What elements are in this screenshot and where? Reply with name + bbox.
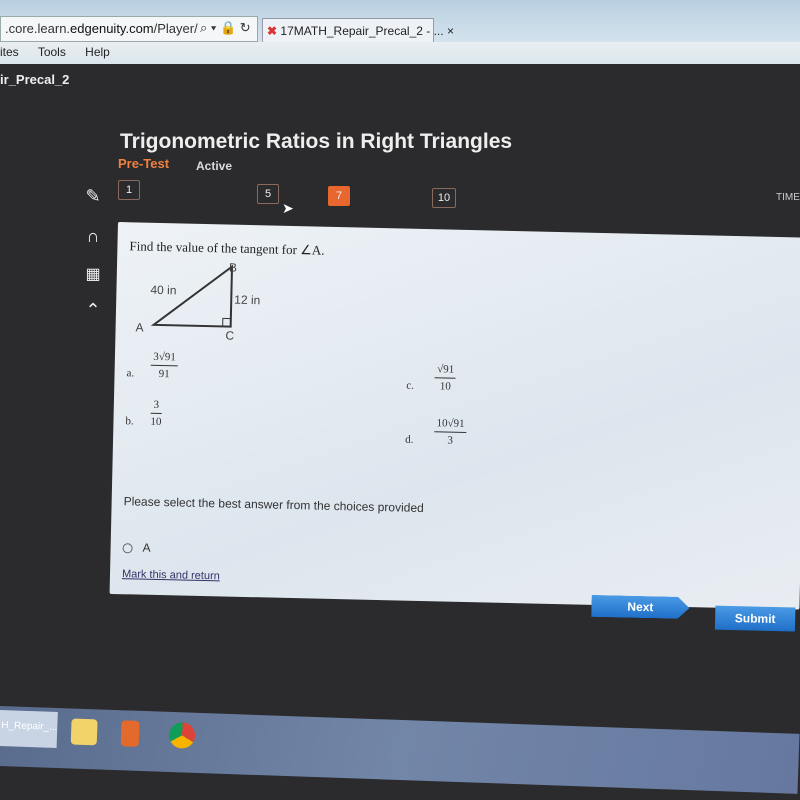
question-panel: Find the value of the tangent for ∠A. A … (109, 222, 800, 632)
menu-tools[interactable]: Tools (38, 45, 66, 59)
menu-help[interactable]: Help (85, 45, 110, 59)
url-domain: edgenuity.com (70, 21, 154, 36)
denominator: 3 (447, 434, 454, 447)
opposite-label: 12 in (234, 292, 261, 308)
option-letter: a. (126, 367, 135, 380)
browser-tab[interactable]: ✖ 17MATH_Repair_Precal_2 - ... × (262, 18, 454, 43)
numerator: 3√91 (151, 350, 179, 367)
question-10-button[interactable]: 10 (432, 188, 456, 208)
mouse-cursor-icon: ➤ (282, 200, 294, 216)
file-explorer-icon[interactable] (70, 718, 98, 746)
vertex-a-label: A (135, 320, 144, 335)
status-label: Active (196, 159, 233, 173)
calculator-icon[interactable]: ▦ (82, 264, 104, 284)
app-title: ir_Precal_2 (0, 72, 70, 87)
edgenuity-favicon-icon: ✖ (267, 24, 278, 38)
next-button[interactable]: Next (591, 595, 689, 619)
url-path: /Player/ (153, 21, 198, 36)
radio-label: A (142, 540, 151, 555)
taskbar-browser-item[interactable]: H_Repair_... (0, 709, 58, 748)
instruction-text: Please select the best answer from the c… (123, 494, 424, 516)
hypotenuse-label: 40 in (150, 282, 177, 298)
denominator: 10 (150, 415, 162, 429)
option-b: b. 3 10 (125, 398, 162, 428)
headphones-icon[interactable]: ∩ (82, 226, 104, 246)
question-1-button[interactable]: 1 (118, 180, 140, 200)
option-letter: c. (406, 379, 415, 392)
option-a: a. 3√91 91 (126, 350, 179, 381)
arrow-up-icon[interactable]: ⌃ (82, 300, 104, 320)
numerator: 3 (150, 398, 162, 415)
radio-circle-icon[interactable] (122, 543, 133, 554)
answer-radio-a[interactable]: A (122, 540, 151, 555)
right-angle-marker (222, 317, 232, 328)
option-d: d. 10√91 3 (405, 417, 467, 447)
search-lock-refresh-icons[interactable]: ⌕ ▾ 🔒 ↻ (200, 20, 251, 36)
timer-label: TIME (776, 192, 800, 203)
numerator: 10√91 (434, 417, 467, 433)
vertex-b-label: B (228, 260, 238, 275)
tab-title: 17MATH_Repair_Precal_2 - ... (280, 24, 444, 38)
submit-button[interactable]: Submit (714, 605, 796, 632)
denominator: 91 (158, 367, 170, 381)
browser-toolbar: .core.learn.edgenuity.com/Player/ ⌕ ▾ 🔒 … (0, 0, 800, 43)
question-7-button[interactable]: 7 (328, 186, 350, 206)
pencil-icon[interactable]: ✎ (82, 186, 104, 206)
menu-favorites[interactable]: ites (0, 45, 19, 59)
menu-bar: ites Tools Help (0, 42, 800, 64)
option-letter: b. (125, 415, 134, 428)
lesson-title: Trigonometric Ratios in Right Triangles (120, 130, 513, 153)
tab-close-icon[interactable]: × (447, 24, 454, 38)
chrome-icon[interactable] (168, 721, 196, 749)
mark-and-return-link[interactable]: Mark this and return (122, 568, 220, 582)
option-letter: d. (405, 433, 414, 446)
option-c: c. √91 10 (406, 363, 457, 393)
activity-type: Pre-Test (118, 156, 170, 171)
media-player-icon[interactable] (120, 720, 140, 747)
url-prefix: .core.learn. (5, 21, 71, 36)
windows-taskbar: H_Repair_... (0, 706, 800, 794)
vertex-c-label: C (225, 328, 235, 343)
question-5-button[interactable]: 5 (257, 184, 279, 204)
denominator: 10 (439, 380, 451, 393)
numerator: √91 (434, 363, 457, 379)
